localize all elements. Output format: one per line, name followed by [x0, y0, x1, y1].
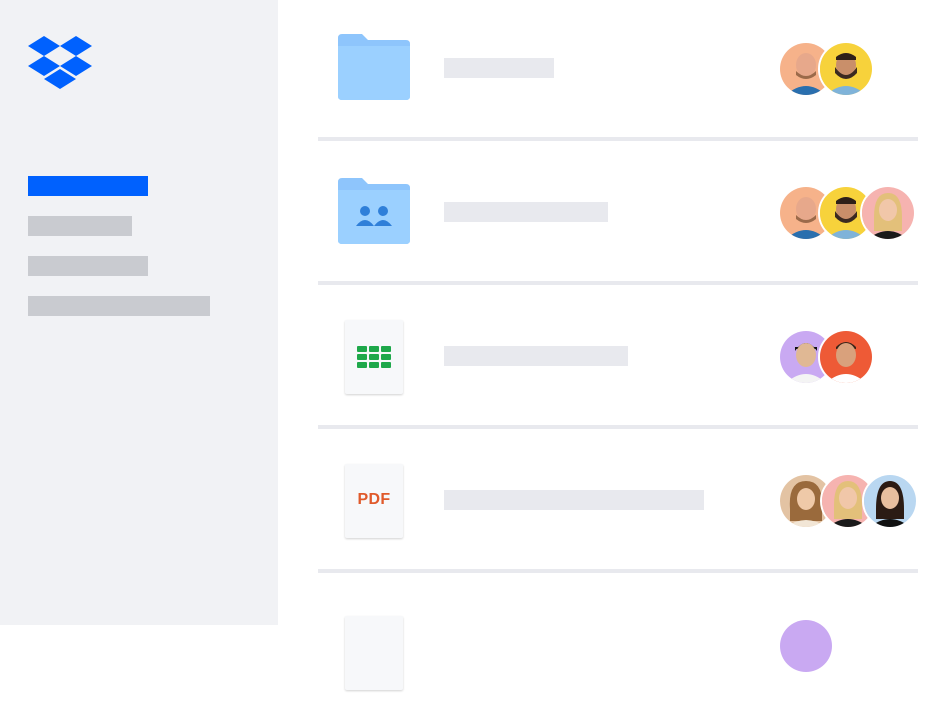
avatar-purple-bg	[778, 618, 834, 674]
file-list: PDF	[278, 0, 937, 690]
spreadsheet-icon	[345, 320, 403, 394]
avatar-woman-dark-hair-blue-bg	[862, 473, 918, 529]
sidebar	[0, 0, 278, 625]
row-divider	[318, 569, 918, 573]
avatar-man-beard-yellow-bg	[818, 41, 874, 97]
shared-folder-icon	[338, 178, 410, 244]
file-name-placeholder	[444, 490, 704, 510]
nav-item-4[interactable]	[28, 296, 210, 316]
row-divider	[318, 137, 918, 141]
nav-item-3[interactable]	[28, 256, 148, 276]
nav-item-2[interactable]	[28, 216, 132, 236]
file-row-shared-folder[interactable]	[318, 144, 918, 284]
row-divider	[318, 281, 918, 285]
pdf-label: PDF	[357, 491, 391, 508]
document-icon	[345, 616, 403, 690]
pdf-icon: PDF	[345, 464, 403, 538]
file-row-spreadsheet[interactable]	[318, 288, 918, 428]
avatar-man-red-bg	[818, 329, 874, 385]
file-row-pdf[interactable]: PDF	[318, 432, 918, 572]
folder-icon	[338, 34, 410, 100]
row-divider	[318, 425, 918, 429]
file-row-folder[interactable]	[318, 0, 918, 140]
file-name-placeholder	[444, 202, 608, 222]
nav-item-active[interactable]	[28, 176, 148, 196]
file-name-placeholder	[444, 346, 628, 366]
avatar-woman-blonde-pink-bg	[860, 185, 916, 241]
file-name-placeholder	[444, 58, 554, 78]
file-row-document[interactable]	[318, 576, 918, 716]
dropbox-logo-icon[interactable]	[28, 36, 92, 92]
